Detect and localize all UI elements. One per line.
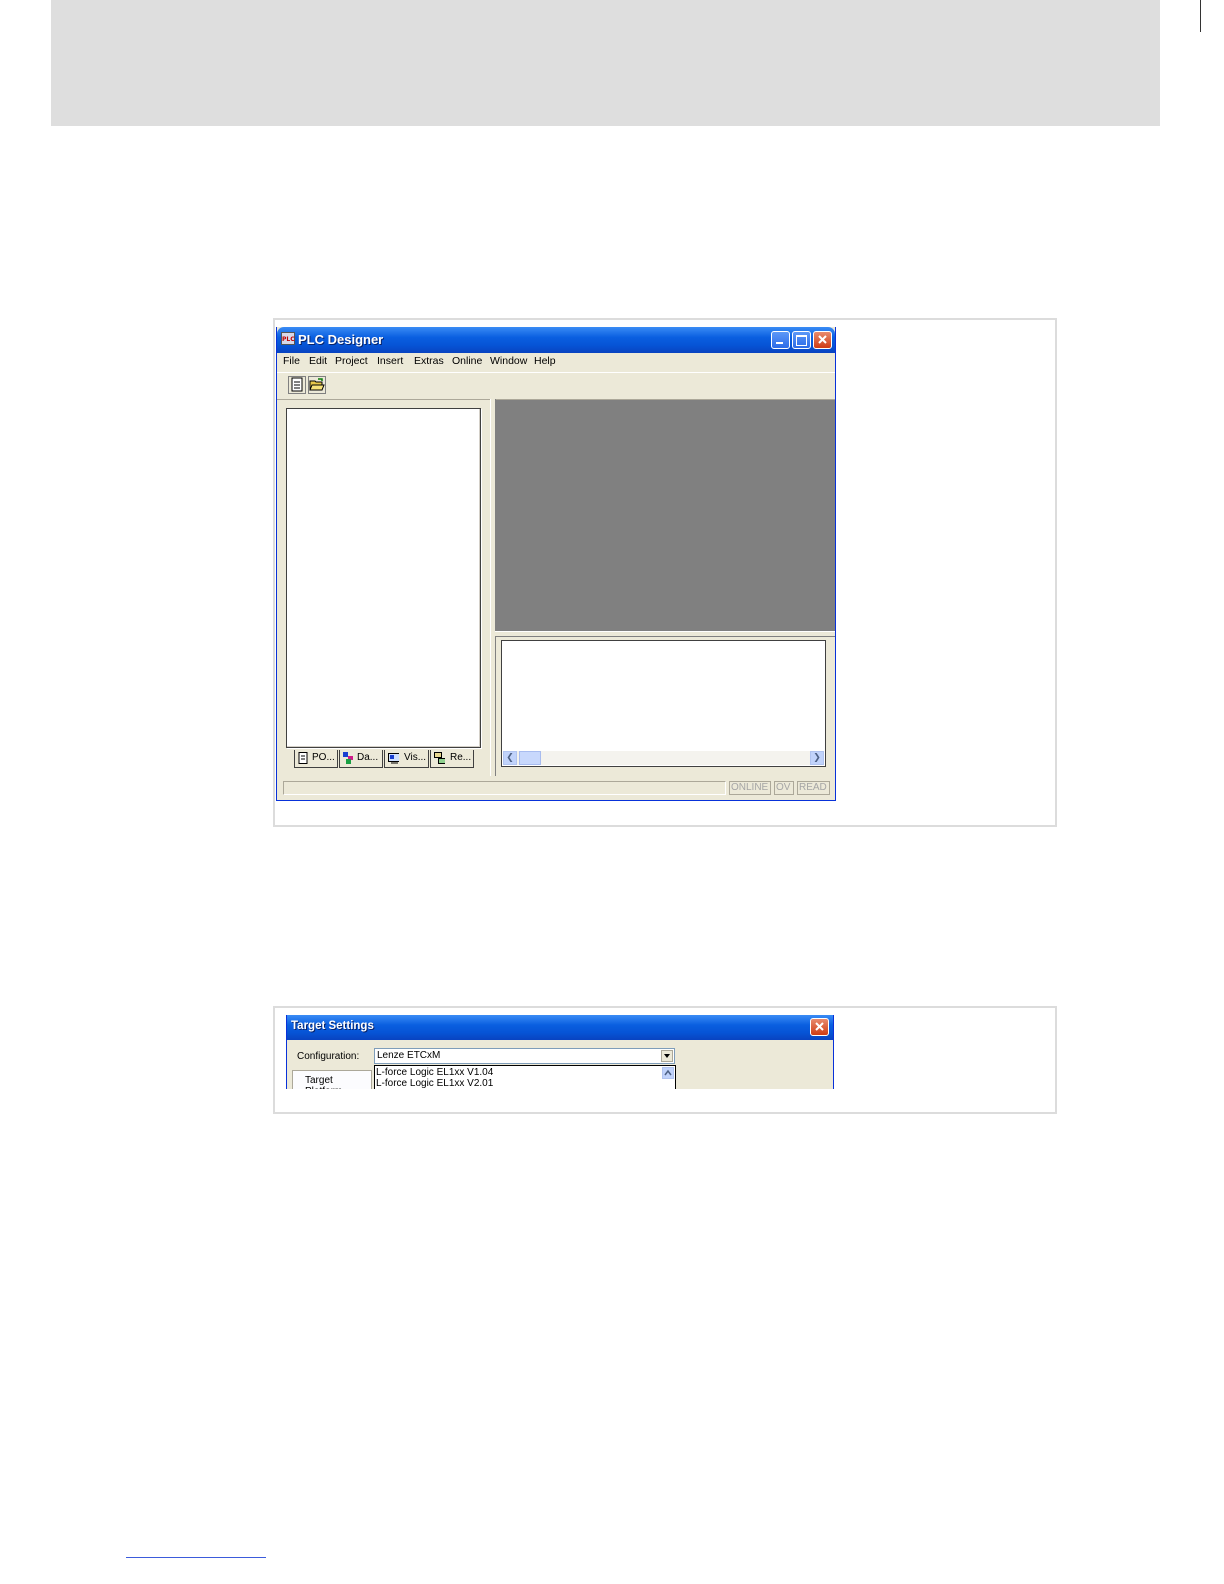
window-title: PLC Designer [298, 332, 384, 347]
target-settings-dialog: Target Settings Configuration: Lenze ETC… [286, 1015, 834, 1089]
status-online: ONLINE [729, 781, 771, 795]
menu-project[interactable]: Project [335, 355, 368, 367]
minimize-icon [776, 342, 783, 344]
open-folder-icon [309, 378, 325, 391]
scroll-thumb[interactable] [519, 751, 541, 765]
toolbar [277, 373, 835, 400]
close-icon [815, 1022, 824, 1031]
new-button[interactable] [288, 376, 306, 394]
scroll-up-arrow-icon[interactable] [662, 1067, 674, 1079]
configuration-dropdown-list: L-force Logic EL1xx V1.04 L-force Logic … [374, 1065, 676, 1089]
dialog-title-bar[interactable]: Target Settings [287, 1015, 833, 1040]
tab-label-visualizations: Vis... [404, 752, 427, 763]
object-organizer-pane: PO... Da... Vis... Re... [279, 401, 490, 775]
mdi-workspace [495, 400, 835, 631]
visualization-icon [388, 753, 399, 764]
menu-help[interactable]: Help [534, 355, 556, 367]
tab-label-target-platform: Target Platform [305, 1075, 342, 1089]
minimize-button[interactable] [771, 331, 790, 349]
chevron-down-icon [664, 1054, 670, 1058]
scroll-left-arrow-icon[interactable]: ❮ [503, 751, 517, 765]
horizontal-scrollbar[interactable]: ❮ ❯ [503, 751, 824, 765]
menu-online[interactable]: Online [452, 355, 482, 367]
title-bar[interactable]: PLC PLC Designer [277, 327, 835, 353]
configuration-combobox[interactable]: Lenze ETCxM [374, 1048, 675, 1064]
tab-visualizations[interactable]: Vis... [384, 750, 429, 768]
chevron-up-icon [664, 1069, 672, 1076]
status-read: READ [797, 781, 830, 795]
scroll-right-arrow-icon[interactable]: ❯ [810, 751, 824, 765]
page-icon [298, 752, 308, 764]
plc-app-icon: PLC [281, 332, 295, 345]
tab-label-data-types: Da... [357, 752, 379, 763]
menu-edit[interactable]: Edit [309, 355, 327, 367]
dropdown-arrow-icon[interactable] [661, 1050, 673, 1062]
maximize-button[interactable] [792, 331, 811, 349]
resources-icon [434, 752, 445, 764]
page-header-band [51, 0, 1160, 126]
dialog-title: Target Settings [291, 1020, 374, 1032]
tab-label-pou: PO... [312, 752, 335, 763]
dropdown-option[interactable]: L-force Logic EL1xx V2.01 [376, 1078, 493, 1089]
tab-target-platform[interactable]: Target Platform [292, 1070, 372, 1089]
message-pane: ❮ ❯ [495, 637, 835, 776]
header-rule [1200, 0, 1201, 32]
message-window[interactable]: ❮ ❯ [501, 640, 826, 767]
plc-designer-window: PLC PLC Designer File Edit Project Inser… [276, 327, 836, 801]
dialog-close-button[interactable] [810, 1018, 829, 1036]
new-document-icon [291, 377, 303, 392]
tab-data-types[interactable]: Da... [339, 750, 383, 768]
menu-extras[interactable]: Extras [414, 355, 444, 367]
object-tree[interactable] [286, 408, 481, 748]
dropdown-option[interactable]: L-force Logic EL1xx V1.04 [376, 1067, 493, 1078]
maximize-icon [796, 335, 807, 346]
menu-insert[interactable]: Insert [377, 355, 403, 367]
open-button[interactable] [308, 376, 326, 394]
tab-pou[interactable]: PO... [294, 750, 338, 768]
configuration-value: Lenze ETCxM [377, 1050, 441, 1061]
status-bar: ONLINE OV READ [277, 778, 835, 798]
tab-label-resources: Re... [450, 752, 472, 763]
close-button[interactable] [813, 331, 832, 349]
menu-bar: File Edit Project Insert Extras Online W… [277, 353, 835, 373]
menu-file[interactable]: File [283, 355, 300, 367]
status-ov: OV [774, 781, 794, 795]
data-types-icon [343, 752, 353, 764]
tab-resources[interactable]: Re... [430, 750, 474, 768]
close-icon [818, 335, 827, 344]
footer-link-underline[interactable] [126, 1557, 266, 1558]
configuration-label: Configuration: [297, 1051, 360, 1062]
status-main-panel [283, 781, 726, 795]
menu-window[interactable]: Window [490, 355, 527, 367]
